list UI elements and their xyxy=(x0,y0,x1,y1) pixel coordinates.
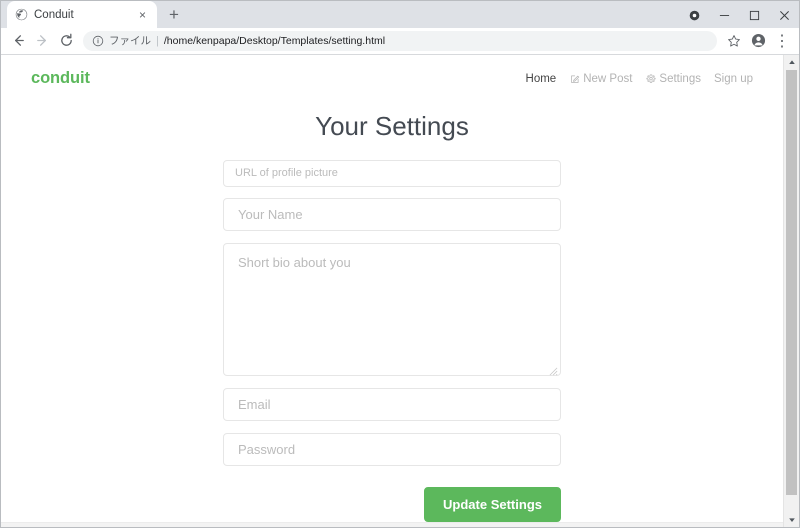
email-input[interactable]: Email xyxy=(223,387,561,421)
conduit-page: conduit Home New Post Settings Sign up Y… xyxy=(1,55,783,527)
nav-item-home[interactable]: Home xyxy=(526,73,557,85)
window-close-button[interactable] xyxy=(769,1,799,29)
nav-item-new-post[interactable]: New Post xyxy=(569,73,632,85)
main-content: Your Settings URL of profile picture You… xyxy=(1,103,783,522)
maximize-button[interactable] xyxy=(739,1,769,29)
gear-icon xyxy=(645,73,656,84)
info-circle-icon[interactable] xyxy=(91,35,104,47)
scroll-up-arrow-icon[interactable] xyxy=(784,55,799,70)
new-tab-button[interactable]: + xyxy=(161,1,187,27)
browser-menu-icon[interactable]: ⋮ xyxy=(771,30,793,52)
page-scrollbar[interactable] xyxy=(783,54,799,527)
page-viewport: conduit Home New Post Settings Sign up Y… xyxy=(1,54,799,527)
globe-icon xyxy=(14,8,28,22)
page-title: Your Settings xyxy=(315,110,469,141)
reload-button[interactable] xyxy=(55,30,77,52)
username-input[interactable]: Your Name xyxy=(223,197,561,231)
back-button[interactable] xyxy=(7,30,29,52)
browser-tab-conduit[interactable]: Conduit × xyxy=(7,1,157,28)
resize-handle-icon[interactable] xyxy=(549,364,558,376)
address-bar[interactable]: ファイル | /home/kenpapa/Desktop/Templates/s… xyxy=(83,30,717,51)
scroll-down-arrow-icon[interactable] xyxy=(784,512,799,527)
site-footer: conduit An interactive learning project … xyxy=(1,521,783,527)
scrollbar-thumb[interactable] xyxy=(786,69,797,495)
close-icon[interactable]: × xyxy=(135,7,150,22)
window-controls xyxy=(679,1,799,29)
bookmark-star-icon[interactable] xyxy=(723,30,745,52)
bio-textarea[interactable]: Short bio about you xyxy=(223,242,561,376)
minimize-button[interactable] xyxy=(709,1,739,29)
nav-item-label: New Post xyxy=(583,72,633,85)
bio-placeholder-text: Short bio about you xyxy=(238,254,351,270)
url-scheme-label: ファイル xyxy=(109,35,151,48)
settings-form: URL of profile picture Your Name Short b… xyxy=(223,159,561,522)
nav-item-settings[interactable]: Settings xyxy=(645,73,701,85)
edit-square-icon xyxy=(569,73,580,84)
site-navigation: Home New Post Settings Sign up xyxy=(526,73,753,85)
scrollbar-track[interactable] xyxy=(784,69,799,512)
forward-button[interactable] xyxy=(31,30,53,52)
site-header: conduit Home New Post Settings Sign up xyxy=(1,55,783,103)
password-input[interactable]: Password xyxy=(223,432,561,466)
browser-window: Conduit × + ファイル | /home/kenpapa/Desktop… xyxy=(0,0,800,528)
tab-strip: Conduit × + xyxy=(1,1,799,28)
nav-item-label: Sign up xyxy=(713,72,753,85)
browser-toolbar: ファイル | /home/kenpapa/Desktop/Templates/s… xyxy=(1,28,799,55)
tab-title: Conduit xyxy=(34,8,74,21)
update-settings-button[interactable]: Update Settings xyxy=(424,486,561,522)
form-actions: Update Settings xyxy=(223,486,561,522)
nav-item-label: Settings xyxy=(659,72,701,85)
url-text: /home/kenpapa/Desktop/Templates/setting.… xyxy=(163,34,386,47)
profile-picture-input[interactable]: URL of profile picture xyxy=(223,159,561,187)
profile-avatar-icon[interactable] xyxy=(747,30,769,52)
brand-logo[interactable]: conduit xyxy=(31,69,90,88)
nav-item-sign-up[interactable]: Sign up xyxy=(714,73,753,85)
url-separator: | xyxy=(156,34,159,47)
nav-item-label: Home xyxy=(525,72,557,85)
record-indicator-icon[interactable] xyxy=(679,1,709,29)
